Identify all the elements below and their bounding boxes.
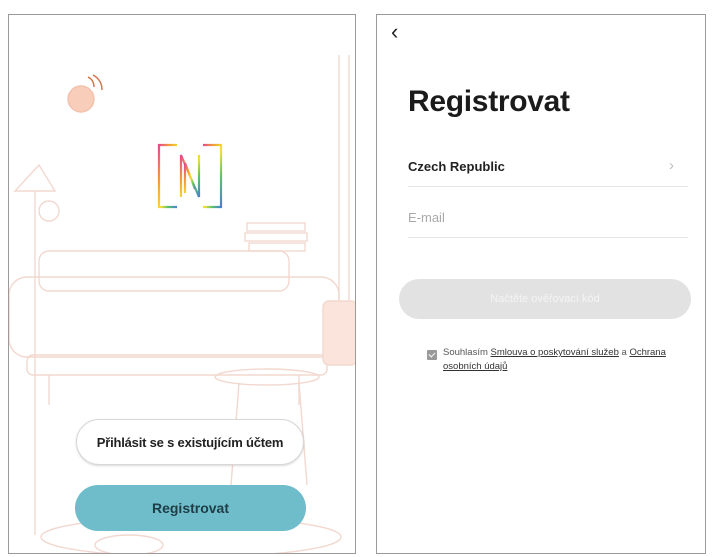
login-existing-account-button[interactable]: Přihlásit se s existujícím účtem bbox=[76, 419, 304, 465]
page-title: Registrovat bbox=[408, 85, 570, 118]
chevron-right-icon: › bbox=[669, 157, 674, 174]
app-logo bbox=[157, 143, 223, 209]
consent-text: Souhlasím Smlouva o poskytování služeb a… bbox=[443, 346, 697, 374]
terms-link[interactable]: Smlouva o poskytování služeb bbox=[491, 347, 619, 358]
register-screen: ‹ Registrovat Czech Republic › Načtěte o… bbox=[376, 14, 706, 554]
room-illustration bbox=[9, 55, 355, 553]
start-screen: Přihlásit se s existujícím účtem Registr… bbox=[8, 14, 356, 554]
country-selector[interactable]: Czech Republic › bbox=[408, 157, 688, 187]
get-verification-code-button[interactable]: Načtěte ověřovací kód bbox=[399, 279, 691, 319]
country-value: Czech Republic bbox=[408, 159, 505, 174]
back-icon[interactable]: ‹ bbox=[391, 21, 398, 43]
consent-row: Souhlasím Smlouva o poskytování služeb a… bbox=[427, 346, 697, 374]
email-field[interactable] bbox=[408, 208, 688, 227]
consent-conjunction: a bbox=[621, 347, 627, 358]
email-row bbox=[408, 208, 688, 238]
register-button[interactable]: Registrovat bbox=[75, 485, 306, 531]
consent-prefix: Souhlasím bbox=[443, 347, 488, 358]
consent-checkbox[interactable] bbox=[427, 350, 437, 360]
